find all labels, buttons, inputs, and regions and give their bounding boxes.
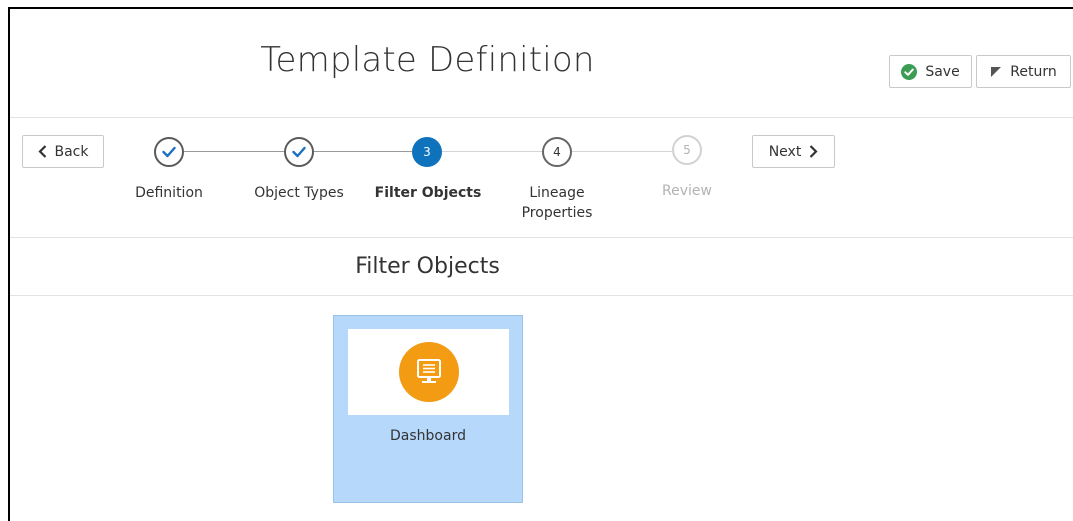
step-connector bbox=[314, 151, 412, 152]
step-1-label: Definition bbox=[135, 185, 203, 201]
step-3-indicator[interactable]: 3 bbox=[412, 137, 442, 167]
next-button[interactable]: Next bbox=[752, 135, 835, 168]
save-button[interactable]: Save bbox=[889, 55, 972, 88]
page-title: Template Definition bbox=[260, 40, 595, 80]
step-2-label: Object Types bbox=[254, 185, 344, 201]
chevron-left-icon bbox=[37, 145, 47, 158]
step-3-label: Filter Objects bbox=[374, 185, 482, 201]
checkmark-icon bbox=[292, 146, 306, 158]
checkmark-icon bbox=[162, 146, 176, 158]
section-divider bbox=[10, 295, 1073, 296]
back-button[interactable]: Back bbox=[22, 135, 104, 168]
step-connector bbox=[572, 151, 672, 152]
return-label: Return bbox=[1010, 63, 1057, 80]
save-label: Save bbox=[925, 63, 960, 80]
step-5-indicator: 5 bbox=[672, 135, 702, 165]
step-5-label: Review bbox=[662, 183, 712, 199]
dashboard-card-label: Dashboard bbox=[390, 428, 466, 444]
dashboard-monitor-icon bbox=[399, 342, 459, 402]
step-connector bbox=[442, 151, 542, 152]
return-button[interactable]: Return bbox=[976, 55, 1071, 88]
step-4-label: Lineage Properties bbox=[521, 185, 593, 221]
return-flag-icon bbox=[990, 66, 1002, 78]
next-label: Next bbox=[768, 143, 802, 160]
chevron-right-icon bbox=[809, 145, 818, 158]
step-connector bbox=[184, 151, 284, 152]
step-4-indicator[interactable]: 4 bbox=[542, 137, 572, 167]
dashboard-card[interactable]: Dashboard bbox=[333, 315, 523, 503]
back-label: Back bbox=[54, 143, 89, 160]
section-title: Filter Objects bbox=[355, 254, 500, 279]
wizard-divider bbox=[10, 237, 1073, 238]
check-circle-icon bbox=[901, 63, 918, 80]
step-2-indicator[interactable] bbox=[284, 137, 314, 167]
header-divider bbox=[10, 117, 1073, 118]
card-icon-area bbox=[348, 329, 509, 415]
step-1-indicator[interactable] bbox=[154, 137, 184, 167]
